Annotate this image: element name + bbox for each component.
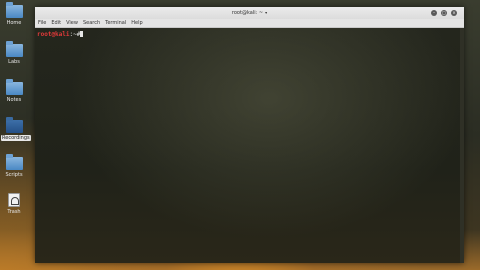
desktop-icon-label: Recordings [1,135,31,141]
menu-file[interactable]: File [38,20,46,26]
window-titlebar[interactable]: root@kali: ~ ▾ – □ × [35,7,464,19]
desktop-icon-trash[interactable]: Trash [1,193,27,215]
prompt-user-host: root@kali [37,31,70,38]
scrollbar-track[interactable] [460,28,464,263]
prompt-path: ~# [73,31,81,38]
desktop-icon-label: Trash [7,209,21,215]
menu-help[interactable]: Help [131,20,142,26]
desktop-icon-label: Scripts [5,172,23,178]
desktop-icon-notes[interactable]: Notes [1,79,27,103]
menu-view[interactable]: View [66,20,78,26]
desktop-icon-label: Labs [8,59,20,65]
desktop-icon-label: Home [6,20,22,26]
desktop-icon-scripts[interactable]: Scripts [1,154,27,178]
home-folder-icon [5,2,23,18]
text-cursor [80,31,84,37]
desktop-icon-home[interactable]: Home [1,2,27,26]
maximize-button[interactable]: □ [441,10,447,16]
menu-edit[interactable]: Edit [51,20,61,26]
window-title: root@kali: ~ ▾ [35,10,464,16]
close-button[interactable]: × [451,10,457,16]
trash-icon [8,193,20,207]
terminal-window[interactable]: root@kali: ~ ▾ – □ × File Edit View Searc… [35,7,464,263]
desktop-icon-recordings[interactable]: Recordings [1,117,31,141]
folder-icon [5,117,23,133]
chevron-down-icon[interactable]: ▾ [265,10,267,15]
minimize-button[interactable]: – [431,10,437,16]
folder-icon [5,154,23,170]
folder-icon [5,79,23,95]
menu-bar: File Edit View Search Terminal Help [35,19,464,28]
menu-terminal[interactable]: Terminal [105,20,126,26]
menu-search[interactable]: Search [83,20,100,26]
window-title-text: root@kali: ~ [231,10,264,16]
folder-icon [5,41,23,57]
terminal-output[interactable]: root@kali:~# [35,28,460,263]
desktop-icon-labs[interactable]: Labs [1,41,27,65]
desktop-icon-label: Notes [6,97,22,103]
